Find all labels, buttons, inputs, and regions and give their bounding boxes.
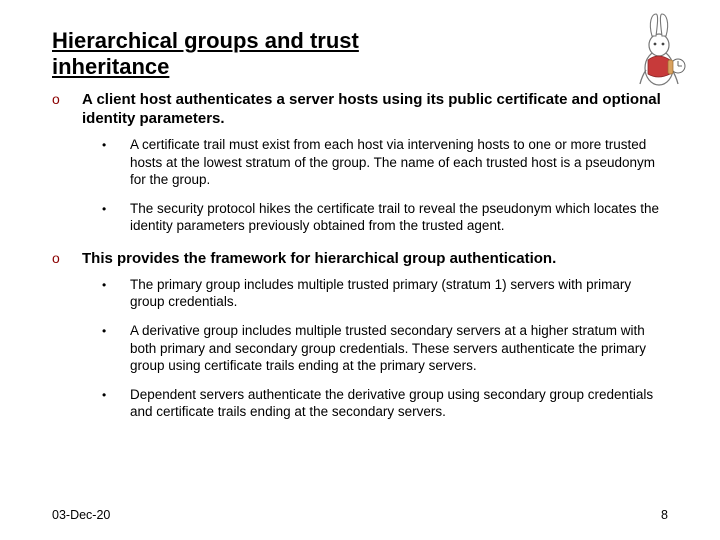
dot-bullet-icon: • <box>102 136 130 188</box>
item-text: A derivative group includes multiple tru… <box>130 322 668 374</box>
list-item: • The security protocol hikes the certif… <box>102 200 668 235</box>
list-item: o This provides the framework for hierar… <box>52 249 668 268</box>
dot-bullet-icon: • <box>102 200 130 235</box>
page-number: 8 <box>661 508 668 522</box>
list-item: • The primary group includes multiple tr… <box>102 276 668 311</box>
list-item: • A certificate trail must exist from ea… <box>102 136 668 188</box>
o-bullet-icon: o <box>52 90 82 128</box>
o-bullet-icon: o <box>52 249 82 268</box>
list-item: • Dependent servers authenticate the der… <box>102 386 668 421</box>
item-text: A certificate trail must exist from each… <box>130 136 668 188</box>
dot-bullet-icon: • <box>102 322 130 374</box>
list-item: o A client host authenticates a server h… <box>52 90 668 128</box>
rabbit-illustration <box>628 10 690 90</box>
dot-bullet-icon: • <box>102 386 130 421</box>
slide-body: o A client host authenticates a server h… <box>52 90 668 421</box>
item-text: The primary group includes multiple trus… <box>130 276 668 311</box>
item-text: Dependent servers authenticate the deriv… <box>130 386 668 421</box>
footer-date: 03-Dec-20 <box>52 508 110 522</box>
item-text: The security protocol hikes the certific… <box>130 200 668 235</box>
item-text: This provides the framework for hierarch… <box>82 249 668 268</box>
dot-bullet-icon: • <box>102 276 130 311</box>
slide-title: Hierarchical groups and trust inheritanc… <box>52 28 668 80</box>
list-item: • A derivative group includes multiple t… <box>102 322 668 374</box>
item-text: A client host authenticates a server hos… <box>82 90 668 128</box>
